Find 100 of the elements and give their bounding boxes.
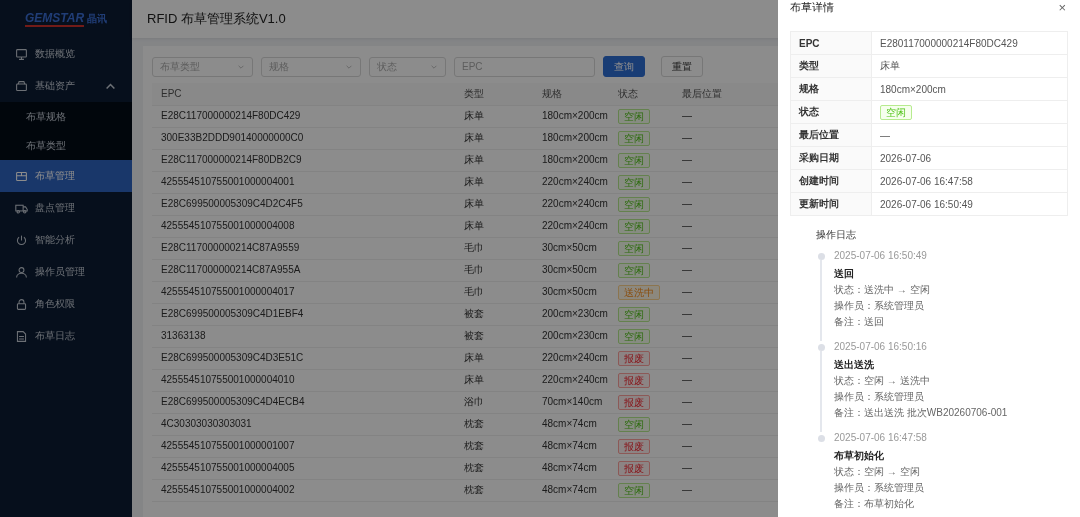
status-tag: 报废 xyxy=(618,372,650,388)
log-action: 布草初始化 xyxy=(834,449,885,463)
table-cell: 425554510755001000004010 xyxy=(152,369,455,391)
table-cell: 枕套 xyxy=(455,457,533,479)
detail-label: 采购日期 xyxy=(790,146,872,170)
table-cell: 220cm×240cm xyxy=(533,193,609,215)
status-tag: 报废 xyxy=(618,350,650,366)
lock-icon xyxy=(15,297,28,311)
status-tag: 空闲 xyxy=(618,416,650,432)
detail-value: 床单 xyxy=(871,54,1068,78)
table-cell: 30cm×50cm xyxy=(533,259,609,281)
sidebar-item[interactable]: 智能分析 xyxy=(0,224,132,256)
sidebar-subitem[interactable]: 布草规格 xyxy=(0,102,132,131)
log-detail: 状态：空闲 → 送洗中 xyxy=(834,374,931,388)
status-tag: 空闲 xyxy=(618,130,650,146)
status-tag: 报废 xyxy=(618,394,650,410)
table-cell: 床单 xyxy=(455,369,533,391)
table-cell: 枕套 xyxy=(455,435,533,457)
table-cell: 毛巾 xyxy=(455,259,533,281)
status-tag: 空闲 xyxy=(880,104,912,120)
status-tag: 报废 xyxy=(618,438,650,454)
table-cell: 4C30303030303031 xyxy=(152,413,455,435)
table-cell: 30cm×50cm xyxy=(533,237,609,259)
close-button[interactable]: × xyxy=(1056,0,1068,15)
power-icon xyxy=(15,233,28,247)
search-button[interactable]: 查询 xyxy=(603,56,645,77)
sidebar-item[interactable]: 盘点管理 xyxy=(0,192,132,224)
table-cell: 被套 xyxy=(455,325,533,347)
table-cell: 浴巾 xyxy=(455,391,533,413)
table-cell: E28C117000000214F80DC429 xyxy=(152,105,455,127)
table-cell: 床单 xyxy=(455,215,533,237)
detail-value: — xyxy=(871,123,1068,147)
table-cell: 70cm×140cm xyxy=(533,391,609,413)
table-cell: 毛巾 xyxy=(455,237,533,259)
reset-button[interactable]: 重置 xyxy=(661,56,703,77)
sidebar-item[interactable]: 角色权限 xyxy=(0,288,132,320)
table-cell: 毛巾 xyxy=(455,281,533,303)
table-cell: 床单 xyxy=(455,193,533,215)
sidebar-item[interactable]: 数据概览 xyxy=(0,38,132,70)
logo-text: GEMSTAR xyxy=(24,11,85,27)
log-detail: 备注：布草初始化 xyxy=(834,497,915,511)
document-icon xyxy=(15,329,28,343)
log-time: 2025-07-06 16:47:58 xyxy=(834,432,927,443)
sidebar-item[interactable]: 布草管理 xyxy=(0,160,132,192)
detail-value: 2026-07-06 16:50:49 xyxy=(871,192,1068,216)
table-cell: 30cm×50cm xyxy=(533,281,609,303)
table-cell: 床单 xyxy=(455,149,533,171)
section-title: 操作日志 xyxy=(816,229,856,240)
table-cell: 425554510755001000004008 xyxy=(152,215,455,237)
table-cell: 床单 xyxy=(455,347,533,369)
status-tag: 空闲 xyxy=(618,196,650,212)
user-icon xyxy=(15,265,28,279)
log-action: 送出送洗 xyxy=(834,358,875,372)
status-tag: 空闲 xyxy=(618,328,650,344)
sidebar-item[interactable]: 操作员管理 xyxy=(0,256,132,288)
table-cell: 48cm×74cm xyxy=(533,457,609,479)
status-tag: 空闲 xyxy=(618,482,650,498)
table-cell: 425554510755001000004002 xyxy=(152,479,455,501)
table-cell: E28C699500005309C4D2C4F5 xyxy=(152,193,455,215)
log-detail: 操作员：系统管理员 xyxy=(834,481,925,495)
detail-label: 创建时间 xyxy=(790,169,872,193)
status-tag: 空闲 xyxy=(618,174,650,190)
log-detail: 状态：空闲 → 空闲 xyxy=(834,465,921,479)
table-cell: 220cm×240cm xyxy=(533,215,609,237)
table-cell: 床单 xyxy=(455,105,533,127)
table-cell: 200cm×230cm xyxy=(533,325,609,347)
table-cell: E28C699500005309C4D1EBF4 xyxy=(152,303,455,325)
detail-label: 规格 xyxy=(790,77,872,101)
sidebar-subitem[interactable]: 布草类型 xyxy=(0,131,132,160)
table-cell: 180cm×200cm xyxy=(533,127,609,149)
log-time: 2025-07-06 16:50:49 xyxy=(834,250,928,261)
table-cell: 床单 xyxy=(455,127,533,149)
detail-label: 最后位置 xyxy=(790,123,872,147)
drawer-title: 布草详情 xyxy=(790,0,834,15)
log-detail: 状态：送洗中 → 空闲 xyxy=(834,283,930,297)
table-cell: E28C699500005309C4D4ECB4 xyxy=(152,391,455,413)
table-cell: 425554510755001000004001 xyxy=(152,171,455,193)
log-detail: 备注：送出送洗 批次WB20260706-001 xyxy=(834,406,1008,420)
detail-value: 180cm×200cm xyxy=(871,77,1068,101)
status-tag: 空闲 xyxy=(618,108,650,124)
table-cell: 被套 xyxy=(455,303,533,325)
status-tag: 空闲 xyxy=(618,240,650,256)
log-action: 送回 xyxy=(834,267,855,281)
status-tag: 空闲 xyxy=(618,306,650,322)
sidebar-item[interactable]: 基础资产 xyxy=(0,70,132,102)
table-cell: E28C117000000214C87A955A xyxy=(152,259,455,281)
table-cell: 48cm×74cm xyxy=(533,479,609,501)
sidebar-item[interactable]: 布草日志 xyxy=(0,320,132,352)
detail-value: 2026-07-06 xyxy=(871,146,1068,170)
log-detail: 备注：送回 xyxy=(834,315,885,329)
table-cell: E28C699500005309C4D3E51C xyxy=(152,347,455,369)
detail-label: 更新时间 xyxy=(790,192,872,216)
app-title: RFID 布草管理系统V1.0 xyxy=(147,10,286,28)
timeline-dot xyxy=(817,435,825,442)
table-cell: 425554510755001000004005 xyxy=(152,457,455,479)
table-cell: 220cm×240cm xyxy=(533,171,609,193)
monitor-icon xyxy=(15,47,28,61)
table-cell: 220cm×240cm xyxy=(533,369,609,391)
status-tag: 空闲 xyxy=(618,218,650,234)
log-detail: 操作员：系统管理员 xyxy=(834,390,925,404)
